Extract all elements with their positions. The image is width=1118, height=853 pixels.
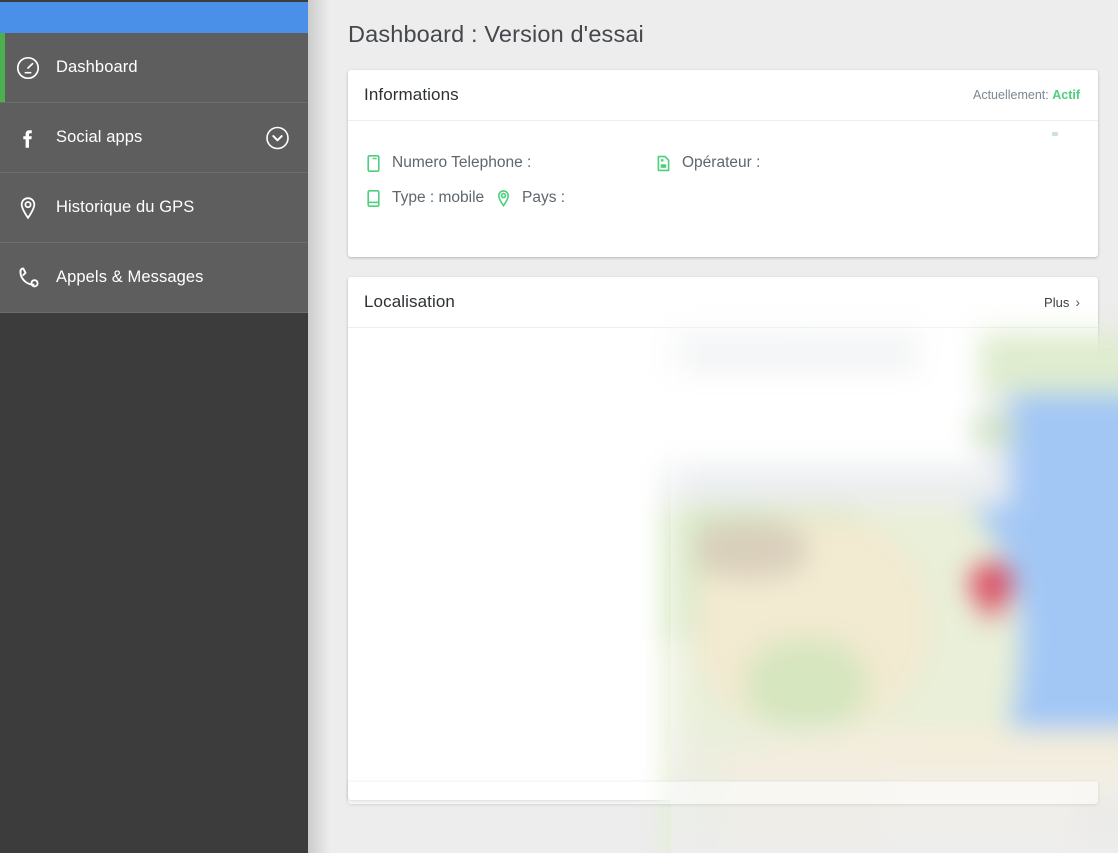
info-field-country: Pays : (494, 189, 565, 208)
sidebar-item-label: Dashboard (56, 58, 138, 76)
sidebar-topbar (0, 2, 308, 33)
sidebar-item-label: Historique du GPS (56, 198, 195, 216)
marker-head (969, 562, 1013, 606)
phone-log-icon (0, 264, 56, 291)
info-row: Type : mobile Pays : (364, 183, 1098, 213)
page-title: Dashboard : Version d'essai (348, 21, 644, 47)
map-island (969, 414, 1016, 446)
more-link[interactable]: Plus › (1044, 295, 1080, 310)
map-green-region (745, 638, 868, 731)
map-pin-icon (494, 189, 513, 208)
card-title: Informations (364, 85, 459, 104)
map-pin-icon (0, 195, 56, 221)
mobile-phone-icon (364, 154, 383, 173)
info-field-label: Pays : (522, 189, 566, 206)
map-brown-region (694, 521, 807, 578)
status-value: Actif (1052, 88, 1080, 102)
sidebar-item-calls-messages[interactable]: Appels & Messages (0, 243, 308, 313)
chevron-right-icon: › (1075, 294, 1080, 310)
facebook-icon (0, 125, 56, 151)
location-map[interactable] (663, 332, 1118, 853)
info-field-label: Numero Telephone : (392, 154, 532, 171)
informations-card-body: Numero Telephone : Opérateur : Type: mo… (348, 121, 1098, 213)
info-field-label: Opérateur : (682, 154, 761, 171)
localisation-card-header: Localisation Plus › (348, 277, 1098, 328)
info-field-operator: Opérateur : (654, 154, 760, 173)
sidebar-item-label: Social apps (56, 128, 143, 146)
info-field-label: Type : mobile (392, 189, 485, 206)
info-row: Numero Telephone : Opérateur : (364, 148, 1098, 178)
content-edge-shadow (308, 0, 330, 853)
sidebar-menu: Dashboard Social apps Historique du GPS … (0, 33, 308, 313)
map-overlay-panel (674, 332, 919, 374)
info-field-phone-number: Numero Telephone : (364, 154, 654, 173)
map-canvas (663, 332, 1118, 853)
sim-card-icon (654, 154, 673, 173)
map-location-marker[interactable] (969, 562, 1013, 620)
sidebar: Dashboard Social apps Historique du GPS … (0, 0, 308, 853)
informations-card-header: Informations Actuellement: Actif (348, 70, 1098, 121)
sidebar-item-label: Appels & Messages (56, 268, 204, 286)
sidebar-item-social-apps[interactable]: Social apps (0, 103, 308, 173)
informations-card: Informations Actuellement: Actif Numero … (348, 70, 1098, 257)
map-grey-region (1071, 802, 1118, 848)
status-badge: Actuellement: Actif (973, 88, 1080, 102)
map-green-region (663, 771, 726, 853)
mobile-phone-icon (364, 189, 383, 208)
info-field-type: Type : mobile (364, 189, 494, 208)
app-root: Dashboard Social apps Historique du GPS … (0, 0, 1118, 853)
more-link-label: Plus (1044, 294, 1070, 310)
status-label: Actuellement: (973, 88, 1049, 102)
decorative-mark (1052, 132, 1058, 136)
sidebar-item-dashboard[interactable]: Dashboard (0, 33, 308, 103)
chevron-down-icon[interactable] (264, 124, 291, 151)
speedometer-icon (0, 55, 56, 81)
sidebar-item-gps-history[interactable]: Historique du GPS (0, 173, 308, 243)
card-title: Localisation (364, 292, 455, 311)
main-content: Dashboard : Version d'essai Informations… (308, 0, 1118, 853)
